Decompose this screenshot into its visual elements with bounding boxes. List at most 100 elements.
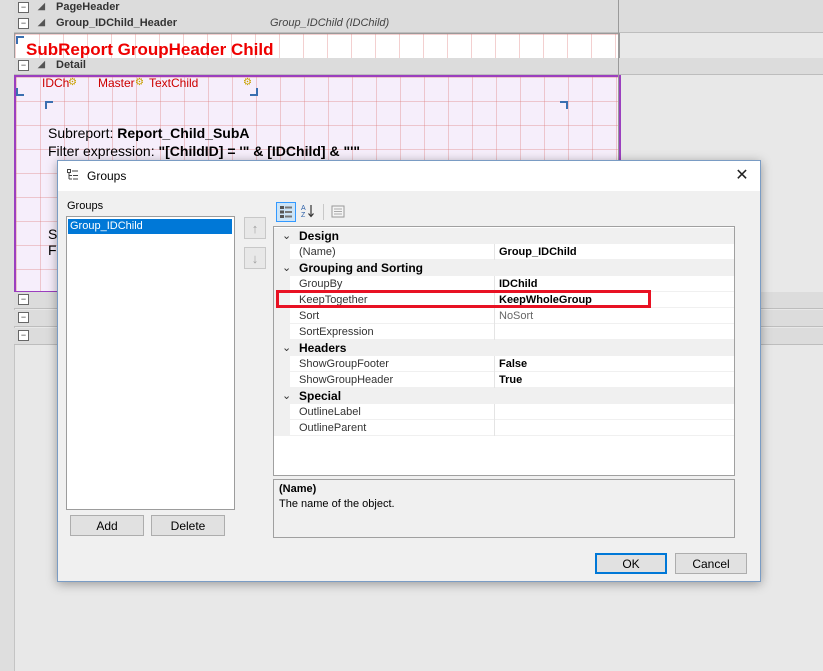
property-value[interactable]: False [499, 356, 527, 372]
property-name: Sort [299, 310, 320, 322]
collapse-toggle-icon[interactable]: − [18, 312, 29, 323]
collapse-toggle-icon[interactable]: − [18, 330, 29, 341]
property-row-sort[interactable]: Sort NoSort [274, 308, 734, 324]
category-label: Special [299, 389, 342, 403]
partial-letter: S [48, 226, 58, 242]
toolbar-separator [323, 204, 324, 220]
selection-corner [16, 36, 24, 44]
move-down-arrow-icon[interactable]: ↓ [244, 247, 266, 269]
categorized-view-icon[interactable] [276, 202, 296, 222]
property-grid[interactable]: ⌄ Design (Name) Group_IDChild ⌄ Grouping… [273, 226, 735, 476]
collapse-toggle-icon[interactable]: − [18, 60, 29, 71]
band-name: Detail [56, 59, 86, 71]
add-button[interactable]: Add [70, 515, 144, 536]
filter-caption[interactable]: Filter expression: "[ChildID] = '" & [ID… [48, 143, 360, 159]
property-name: ShowGroupHeader [299, 374, 394, 386]
filter-value: "[ChildID] = '" & [IDChild] & "'" [158, 143, 361, 159]
subreport-caption[interactable]: Subreport: Report_Child_SubA [48, 125, 250, 141]
band-name: Group_IDChild_Header [56, 17, 178, 29]
chevron-down-icon[interactable]: ⌄ [282, 388, 291, 404]
property-value[interactable]: NoSort [499, 308, 533, 324]
row-gutter [274, 372, 290, 388]
list-item[interactable]: Group_IDChild [68, 219, 232, 234]
category-label: Grouping and Sorting [299, 261, 423, 275]
property-row-outlineparent[interactable]: OutlineParent [274, 420, 734, 436]
column-divider [494, 420, 495, 436]
designer-left-ruler [0, 0, 15, 671]
property-name: ShowGroupFooter [299, 358, 389, 370]
category-special[interactable]: ⌄ Special [274, 388, 734, 404]
selection-corner [16, 88, 24, 96]
svg-text:Z: Z [301, 212, 306, 219]
row-gutter [274, 244, 290, 260]
property-row-showgroupheader[interactable]: ShowGroupHeader True [274, 372, 734, 388]
description-text: The name of the object. [279, 498, 395, 510]
property-value[interactable]: Group_IDChild [499, 244, 577, 260]
row-gutter [274, 404, 290, 420]
property-name: OutlineParent [299, 422, 367, 434]
chevron-down-icon[interactable]: ⌄ [282, 340, 291, 356]
column-divider [494, 308, 495, 324]
groups-dialog: Groups ✕ Groups Group_IDChild Add Delete… [57, 160, 761, 582]
close-icon[interactable]: ✕ [732, 166, 752, 186]
chevron-down-icon[interactable]: ⌄ [282, 260, 291, 276]
row-gutter [274, 356, 290, 372]
subreport-label: Subreport: [48, 125, 114, 141]
detail-field-idchild[interactable]: IDCh [42, 76, 69, 90]
collapse-toggle-icon[interactable]: − [18, 294, 29, 305]
property-pages-icon[interactable] [328, 202, 348, 222]
chevron-down-icon[interactable]: ⌄ [282, 228, 291, 244]
band-pageheader[interactable]: − ◢ PageHeader [14, 0, 823, 17]
category-headers[interactable]: ⌄ Headers [274, 340, 734, 356]
property-row-showgroupfooter[interactable]: ShowGroupFooter False [274, 356, 734, 372]
category-label: Headers [299, 341, 347, 355]
detail-field-master[interactable]: Master [98, 76, 135, 90]
alphabetical-sort-icon[interactable]: A Z [298, 202, 318, 222]
dialog-title: Groups [87, 169, 127, 183]
selection-corner [250, 88, 258, 96]
collapse-toggle-icon[interactable]: − [18, 2, 29, 13]
property-name: SortExpression [299, 326, 374, 338]
category-grouping-and-sorting[interactable]: ⌄ Grouping and Sorting [274, 260, 734, 276]
column-divider [494, 244, 495, 260]
triangle-icon: ◢ [38, 59, 45, 69]
move-up-arrow-icon[interactable]: ↑ [244, 217, 266, 239]
band-detail[interactable]: − ◢ Detail [14, 58, 823, 75]
svg-text:A: A [301, 205, 306, 212]
subreport-name: Report_Child_SubA [117, 125, 250, 141]
property-name: (Name) [299, 246, 336, 258]
property-row-name[interactable]: (Name) Group_IDChild [274, 244, 734, 260]
collapse-toggle-icon[interactable]: − [18, 18, 29, 29]
groups-list[interactable]: Group_IDChild [66, 216, 235, 510]
band-group-header[interactable]: − ◢ Group_IDChild_Header Group_IDChild (… [14, 16, 823, 33]
category-design[interactable]: ⌄ Design [274, 228, 734, 244]
property-value[interactable]: True [499, 372, 522, 388]
category-label: Design [299, 229, 340, 243]
row-gutter [274, 308, 290, 324]
row-gutter [274, 420, 290, 436]
group-header-textbox[interactable]: SubReport GroupHeader Child [26, 40, 273, 60]
field-gear-icon: ⚙ [68, 77, 77, 88]
band-name: PageHeader [56, 1, 120, 13]
field-gear-icon: ⚙ [135, 77, 144, 88]
triangle-icon: ◢ [38, 17, 45, 27]
band-subtitle: Group_IDChild (IDChild) [270, 17, 390, 29]
groups-tree-icon [67, 169, 78, 180]
property-toolbar: A Z [274, 202, 374, 222]
column-divider [494, 372, 495, 388]
property-row-sortexpression[interactable]: SortExpression [274, 324, 734, 340]
property-row-outlinelabel[interactable]: OutlineLabel [274, 404, 734, 420]
detail-field-textchild[interactable]: TextChild [149, 76, 198, 90]
column-divider [494, 404, 495, 420]
dialog-titlebar[interactable]: Groups ✕ [58, 161, 760, 191]
selection-corner [560, 101, 568, 109]
groups-list-label: Groups [67, 200, 104, 212]
keeptogether-highlight-box [276, 290, 651, 308]
cancel-button[interactable]: Cancel [675, 553, 747, 574]
column-divider [494, 324, 495, 340]
delete-button[interactable]: Delete [151, 515, 225, 536]
selection-corner [45, 101, 53, 109]
description-title: (Name) [279, 483, 317, 495]
row-gutter [274, 324, 290, 340]
ok-button[interactable]: OK [595, 553, 667, 574]
